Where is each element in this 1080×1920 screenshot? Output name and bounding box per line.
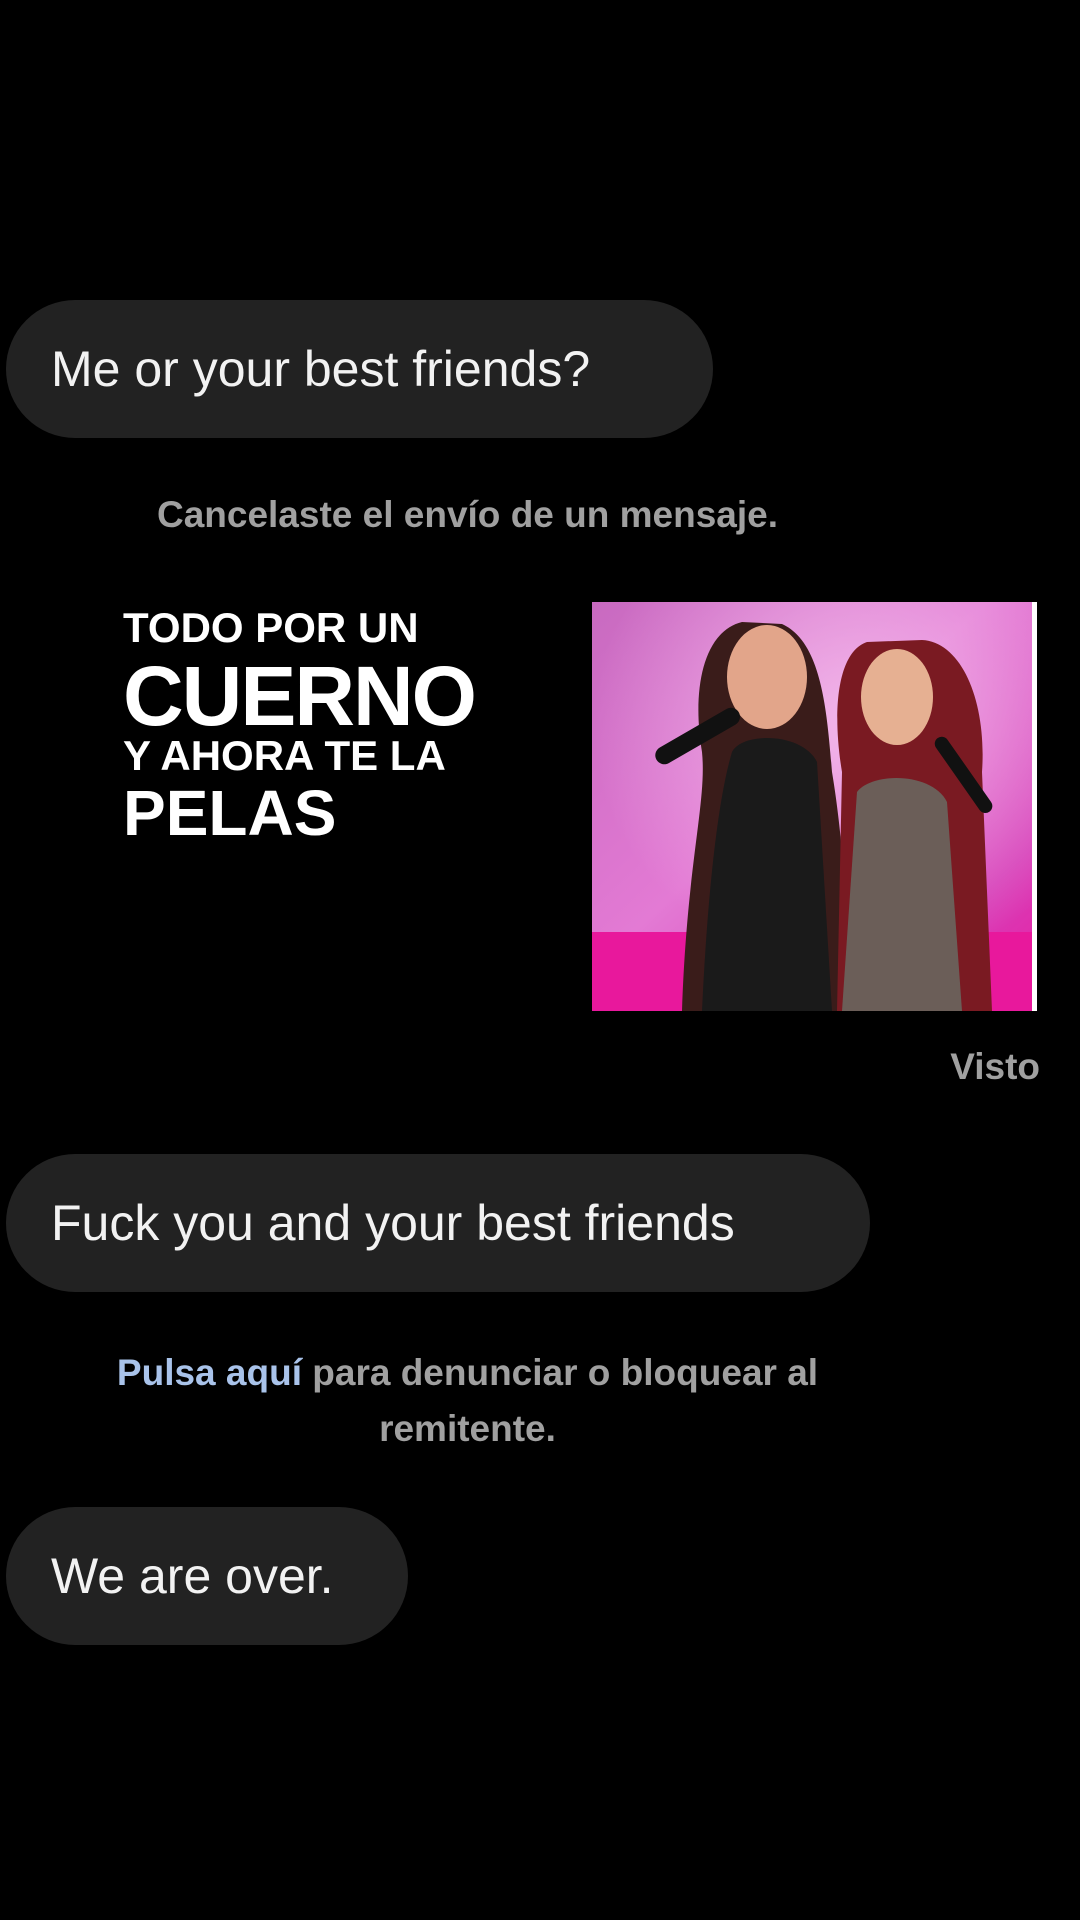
meme-caption-line: TODO POR UN (123, 604, 419, 651)
meme-photo[interactable] (592, 602, 1037, 1011)
received-message-bubble[interactable]: Fuck you and your best friends (6, 1154, 870, 1292)
seen-status: Visto (950, 1046, 1040, 1087)
message-text: Me or your best friends? (51, 341, 591, 397)
received-message-bubble[interactable]: Me or your best friends? (6, 300, 713, 438)
report-notice-text: para denunciar o bloquear al remitente. (301, 1352, 819, 1449)
report-link[interactable]: Pulsa aquí (117, 1352, 302, 1393)
meme-caption-line: CUERNO (123, 649, 477, 743)
meme-caption-line: PELAS (123, 777, 337, 849)
report-block-notice: Pulsa aquí para denunciar o bloquear al … (60, 1345, 875, 1457)
message-text: Fuck you and your best friends (51, 1195, 735, 1251)
received-message-bubble[interactable]: We are over. (6, 1507, 408, 1645)
meme-caption-line: Y AHORA TE LA (123, 732, 446, 779)
unsent-message-notice: Cancelaste el envío de un mensaje. (156, 494, 779, 535)
message-text: We are over. (51, 1548, 334, 1604)
